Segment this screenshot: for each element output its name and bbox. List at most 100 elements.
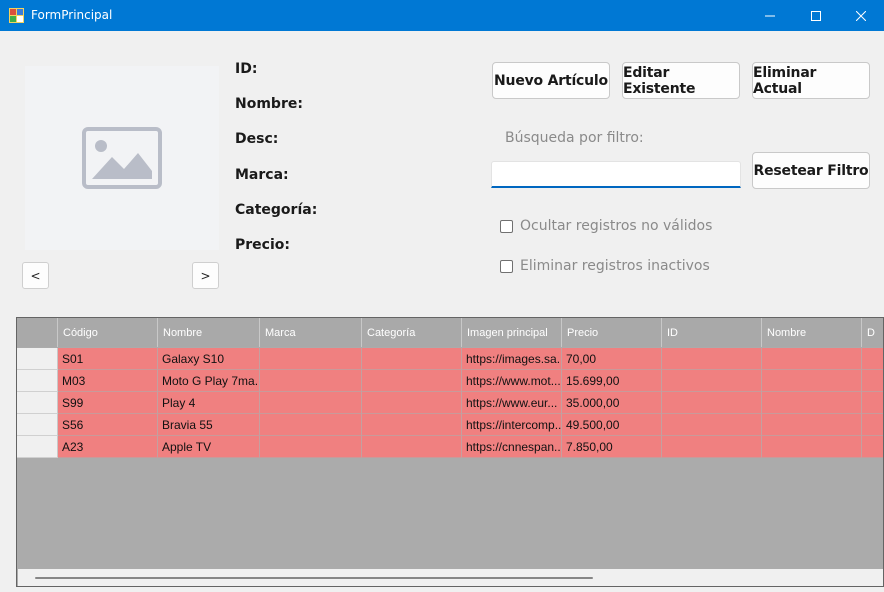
table-cell[interactable] (862, 348, 883, 370)
table-row[interactable]: S01 Galaxy S10 https://images.sa... 70,00 (17, 348, 883, 370)
next-label: > (200, 268, 211, 283)
next-image-button[interactable]: > (192, 262, 219, 289)
table-cell[interactable] (862, 436, 883, 458)
table-cell[interactable]: Apple TV (158, 436, 260, 458)
table-cell[interactable] (260, 414, 362, 436)
eliminar-inactivos-checkbox[interactable] (500, 259, 513, 273)
table-cell[interactable] (762, 392, 862, 414)
scrollbar-thumb[interactable] (35, 577, 593, 579)
table-cell[interactable] (362, 392, 462, 414)
grid-row-header-corner (17, 318, 58, 347)
minimize-button[interactable] (747, 0, 793, 31)
column-header[interactable]: D (862, 318, 883, 347)
grid-header: Código Nombre Marca Categoría Imagen princip… (17, 318, 883, 347)
prev-label: < (30, 268, 41, 283)
table-cell[interactable] (662, 392, 762, 414)
prev-image-button[interactable]: < (22, 262, 49, 289)
table-row[interactable]: M03 Moto G Play 7ma... https://www.mot... 1… (17, 370, 883, 392)
desc-label: Desc: (235, 131, 279, 147)
eliminar-inactivos-option[interactable]: Eliminar registros inactivos (500, 258, 710, 274)
table-cell[interactable]: Play 4 (158, 392, 260, 414)
eliminar-inactivos-label: Eliminar registros inactivos (520, 258, 710, 274)
categoria-label: Categoría: (235, 202, 318, 218)
column-header[interactable]: Marca (260, 318, 362, 347)
table-cell[interactable] (662, 414, 762, 436)
table-cell[interactable]: https://intercomp... (462, 414, 562, 436)
column-header[interactable]: Código (58, 318, 158, 347)
table-cell[interactable]: 15.699,00 (562, 370, 662, 392)
horizontal-scrollbar[interactable] (18, 569, 883, 586)
table-cell[interactable] (260, 370, 362, 392)
table-cell[interactable] (762, 436, 862, 458)
table-cell[interactable]: Galaxy S10 (158, 348, 260, 370)
editar-existente-button[interactable]: Editar Existente (622, 62, 740, 99)
column-header[interactable]: Imagen principal (462, 318, 562, 347)
ocultar-label: Ocultar registros no válidos (520, 218, 713, 234)
table-cell[interactable]: https://images.sa... (462, 348, 562, 370)
table-cell[interactable]: https://cnnespan... (462, 436, 562, 458)
resetear-filtro-button[interactable]: Resetear Filtro (752, 152, 870, 189)
eliminar-actual-button[interactable]: Eliminar Actual (752, 62, 870, 99)
marca-label: Marca: (235, 167, 289, 183)
image-placeholder-icon (82, 127, 162, 189)
ocultar-checkbox[interactable] (500, 219, 513, 233)
table-cell[interactable] (662, 436, 762, 458)
column-header[interactable]: Nombre (158, 318, 260, 347)
table-cell[interactable]: https://www.eur... (462, 392, 562, 414)
table-cell[interactable]: S99 (58, 392, 158, 414)
table-cell[interactable]: 70,00 (562, 348, 662, 370)
article-picture (25, 66, 219, 250)
table-cell[interactable] (662, 370, 762, 392)
row-selector[interactable] (17, 414, 58, 436)
table-cell[interactable] (862, 392, 883, 414)
maximize-icon (811, 10, 821, 21)
minimize-icon (765, 15, 775, 16)
form-client-area: < > ID: Nombre: Desc: Marca: Categoría: … (0, 31, 884, 592)
close-button[interactable] (838, 0, 884, 31)
table-row[interactable]: S99 Play 4 https://www.eur... 35.000,00 (17, 392, 883, 414)
column-header[interactable]: ID (662, 318, 762, 347)
table-cell[interactable]: 7.850,00 (562, 436, 662, 458)
precio-label: Precio: (235, 237, 290, 253)
maximize-button[interactable] (793, 0, 839, 31)
table-cell[interactable] (862, 370, 883, 392)
table-cell[interactable]: 35.000,00 (562, 392, 662, 414)
table-cell[interactable] (362, 436, 462, 458)
table-cell[interactable] (362, 414, 462, 436)
table-row[interactable]: S56 Bravia 55 https://intercomp... 49.500,0… (17, 414, 883, 436)
table-cell[interactable] (762, 414, 862, 436)
table-row[interactable]: A23 Apple TV https://cnnespan... 7.850,00 (17, 436, 883, 458)
table-cell[interactable]: Bravia 55 (158, 414, 260, 436)
ocultar-registros-option[interactable]: Ocultar registros no válidos (500, 218, 712, 234)
table-cell[interactable] (762, 348, 862, 370)
row-selector[interactable] (17, 348, 58, 370)
table-cell[interactable]: 49.500,00 (562, 414, 662, 436)
row-selector[interactable] (17, 392, 58, 414)
close-icon (856, 10, 866, 21)
table-cell[interactable]: S01 (58, 348, 158, 370)
column-header[interactable]: Categoría (362, 318, 462, 347)
table-cell[interactable] (260, 392, 362, 414)
table-cell[interactable] (260, 436, 362, 458)
nuevo-articulo-button[interactable]: Nuevo Artículo (492, 62, 610, 99)
table-cell[interactable] (762, 370, 862, 392)
table-cell[interactable] (362, 370, 462, 392)
column-header[interactable]: Nombre (762, 318, 862, 347)
table-cell[interactable]: S56 (58, 414, 158, 436)
column-header[interactable]: Precio (562, 318, 662, 347)
row-selector[interactable] (17, 370, 58, 392)
row-selector[interactable] (17, 436, 58, 458)
table-cell[interactable] (662, 348, 762, 370)
table-cell[interactable]: https://www.mot... (462, 370, 562, 392)
filter-label: Búsqueda por filtro: (505, 130, 644, 146)
filter-input[interactable] (491, 161, 741, 188)
table-cell[interactable]: Moto G Play 7ma... (158, 370, 260, 392)
table-cell[interactable]: M03 (58, 370, 158, 392)
nombre-label: Nombre: (235, 96, 303, 112)
id-label: ID: (235, 61, 258, 77)
table-cell[interactable] (862, 414, 883, 436)
table-cell[interactable] (260, 348, 362, 370)
articles-grid[interactable]: Código Nombre Marca Categoría Imagen princip… (16, 317, 884, 587)
table-cell[interactable]: A23 (58, 436, 158, 458)
table-cell[interactable] (362, 348, 462, 370)
